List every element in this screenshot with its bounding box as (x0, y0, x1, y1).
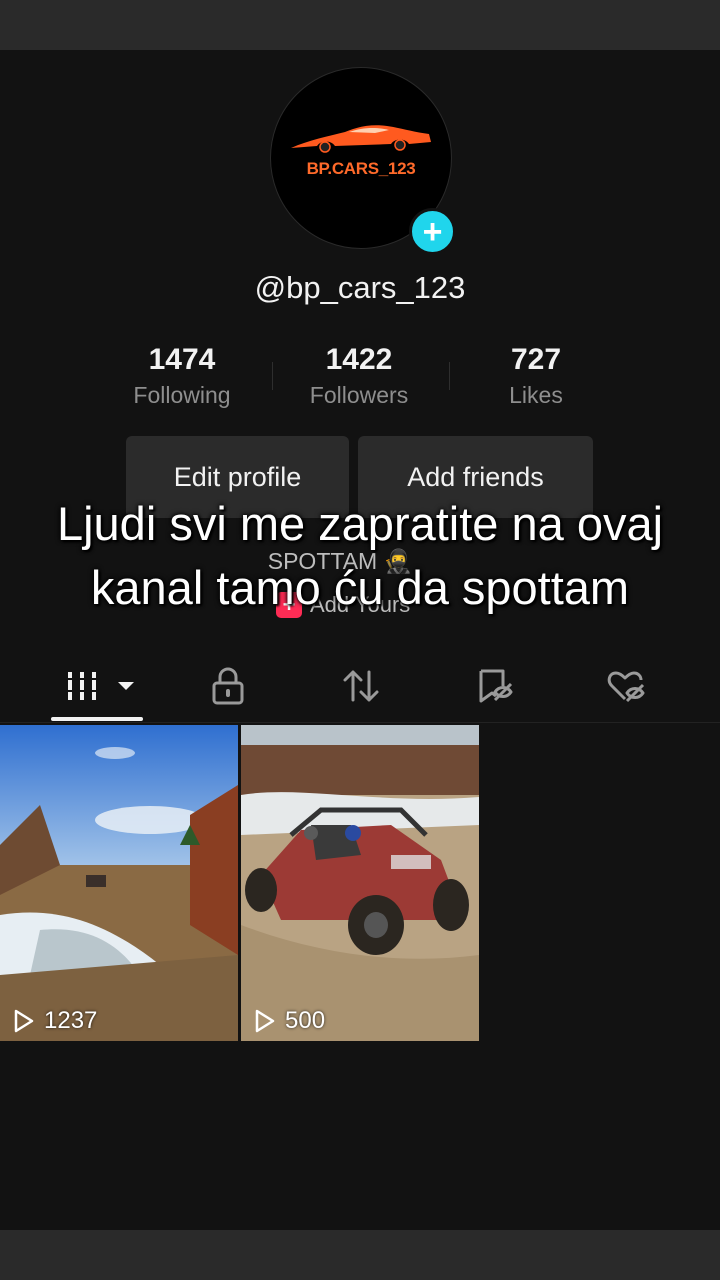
tab-reposts[interactable] (331, 662, 391, 710)
stat-likes-label: Likes (509, 382, 563, 408)
stat-likes-value: 727 (510, 343, 562, 376)
tab-videos[interactable] (58, 662, 142, 710)
heart-hidden-icon (607, 671, 645, 703)
username: @bp_cars_123 (254, 270, 466, 305)
video-thumbnail-image (0, 725, 238, 1041)
stat-followers-label: Followers (309, 382, 409, 408)
active-tab-indicator (51, 717, 143, 721)
view-count-label: 1237 (44, 1007, 98, 1034)
play-icon (255, 1009, 275, 1033)
car-logo-icon (291, 125, 431, 153)
bottom-bar (0, 1230, 720, 1280)
status-bar (0, 0, 720, 50)
stat-following-value: 1474 (148, 343, 216, 376)
bookmark-hidden-icon (479, 669, 513, 703)
tabs-divider (0, 722, 720, 723)
lock-icon (212, 667, 244, 705)
stat-likes[interactable]: 727 Likes (446, 340, 626, 409)
add-avatar-button[interactable]: + (409, 208, 456, 255)
stat-following-label: Following (133, 382, 231, 408)
tab-favorites[interactable] (463, 662, 523, 710)
view-count-label: 500 (285, 1007, 326, 1034)
video-thumbnail-image (241, 725, 479, 1041)
view-count: 500 (251, 1007, 325, 1035)
plus-icon: + (422, 212, 443, 251)
grid-icon (64, 672, 134, 700)
video-thumbnail[interactable]: 500 (241, 725, 479, 1041)
repost-icon (343, 670, 379, 702)
tab-liked[interactable] (595, 662, 655, 710)
video-thumbnail[interactable]: 1237 (0, 725, 238, 1041)
view-count: 1237 (10, 1007, 97, 1035)
stat-followers-value: 1422 (325, 343, 393, 376)
play-icon (14, 1009, 34, 1033)
avatar-brand-text: BP.CARS_123 (306, 159, 416, 178)
video-caption-overlay: Ljudi svi me zapratite na ovaj kanal tam… (56, 497, 664, 614)
stat-followers[interactable]: 1422 Followers (269, 340, 449, 409)
tab-private[interactable] (198, 662, 258, 710)
stat-following[interactable]: 1474 Following (92, 340, 272, 409)
